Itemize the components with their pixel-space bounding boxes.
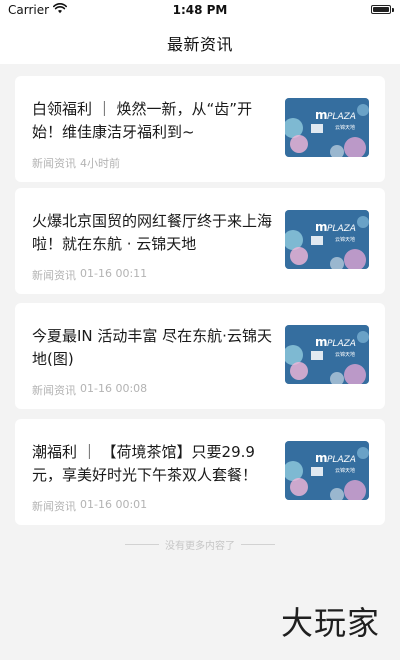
thumb-brand: PLAZA: [327, 339, 356, 349]
thumb-subtitle: 云锦天地: [335, 236, 355, 243]
thumb-subtitle: 云锦天地: [335, 351, 355, 358]
news-time: 01-16 00:08: [80, 382, 148, 395]
news-meta: 新闻资讯 01-16 00:11: [32, 267, 147, 283]
thumb-brand: PLAZA: [327, 224, 356, 234]
news-list-screen: Carrier 1:48 PM 最新资讯 白领福利 ｜ 焕然一新，从“齿”开始！…: [0, 0, 400, 660]
news-title: 白领福利 ｜ 焕然一新，从“齿”开始！维佳康洁牙福利到~: [32, 100, 253, 141]
thumb-subtitle: 云锦天地: [335, 124, 355, 131]
news-thumbnail[interactable]: m PLAZA 云锦天地: [285, 98, 369, 157]
thumb-brand: PLAZA: [327, 112, 356, 122]
news-title: 火爆北京国贸的网红餐厅终于来上海啦！就在东航 · 云锦天地: [32, 212, 273, 253]
news-time: 4小时前: [80, 157, 120, 170]
news-meta: 新闻资讯 4小时前: [32, 155, 120, 171]
thumb-logo-mark: m: [315, 108, 328, 122]
thumb-subtitle: 云锦天地: [335, 467, 355, 474]
thumb-logo-mark: m: [315, 335, 328, 349]
no-more-content-note: 没有更多内容了: [0, 537, 400, 552]
status-time: 1:48 PM: [172, 3, 228, 17]
page-title: 最新资讯: [166, 35, 233, 54]
thumb-logo-mark: m: [315, 220, 328, 234]
no-more-label: 没有更多内容了: [165, 541, 235, 552]
news-time: 01-16 00:01: [80, 498, 148, 511]
news-thumbnail[interactable]: m PLAZA 云锦天地: [285, 325, 369, 384]
news-card[interactable]: 今夏最IN 活动丰富 尽在东航·云锦天地(图) 新闻资讯 01-16 00:08…: [15, 303, 385, 409]
news-thumbnail[interactable]: m PLAZA 云锦天地: [285, 210, 369, 269]
news-card[interactable]: 潮福利 ｜ 【荷境茶馆】只要29.9元，享美好时光下午茶双人套餐！ 新闻资讯 0…: [15, 419, 385, 525]
thumb-brand: PLAZA: [327, 455, 356, 465]
news-category: 新闻资讯: [32, 157, 76, 170]
news-thumbnail[interactable]: m PLAZA 云锦天地: [285, 441, 369, 500]
news-meta: 新闻资讯 01-16 00:08: [32, 382, 147, 398]
status-bar: Carrier 1:48 PM: [0, 0, 400, 22]
status-right: [371, 5, 394, 14]
news-category: 新闻资讯: [32, 384, 76, 397]
news-category: 新闻资讯: [32, 500, 76, 513]
news-category: 新闻资讯: [32, 269, 76, 282]
news-card[interactable]: 白领福利 ｜ 焕然一新，从“齿”开始！维佳康洁牙福利到~ 新闻资讯 4小时前 m…: [15, 76, 385, 182]
news-card[interactable]: 火爆北京国贸的网红餐厅终于来上海啦！就在东航 · 云锦天地 新闻资讯 01-16…: [15, 188, 385, 294]
thumb-logo-mark: m: [315, 451, 328, 465]
navigation-bar: 最新资讯: [0, 22, 400, 64]
news-time: 01-16 00:11: [80, 267, 148, 280]
news-title: 潮福利 ｜ 【荷境茶馆】只要29.9元，享美好时光下午茶双人套餐！: [32, 443, 258, 484]
divider-line: [125, 544, 159, 545]
news-title: 今夏最IN 活动丰富 尽在东航·云锦天地(图): [32, 327, 272, 368]
watermark-logo: 大玩家: [280, 604, 380, 642]
news-meta: 新闻资讯 01-16 00:01: [32, 498, 147, 514]
divider-line: [241, 544, 275, 545]
battery-icon: [371, 5, 394, 14]
